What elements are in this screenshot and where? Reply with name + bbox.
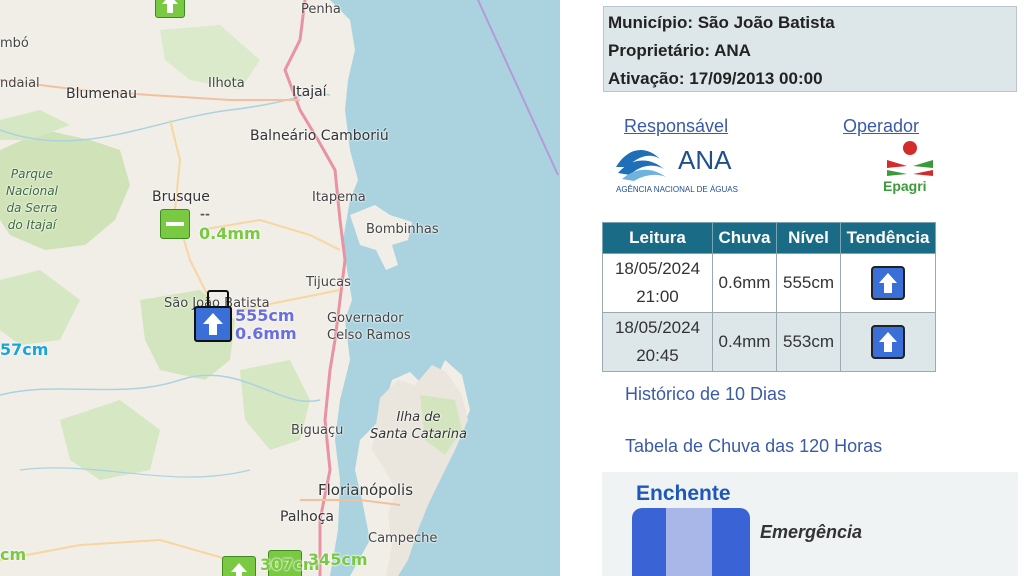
reading-chuva: 0.6mm: [712, 253, 777, 313]
bottom2-level-value: 345cm: [308, 550, 368, 569]
map-label-biguacu: Biguaçu: [291, 423, 344, 438]
map-label-itajai: Itajaí: [292, 84, 327, 100]
map-label-edge1: mbó: [0, 36, 29, 51]
arrow-up-icon: [231, 563, 247, 576]
map-label-campeche: Campeche: [368, 531, 438, 546]
reading-time: 20:45: [636, 346, 679, 365]
bottom-left-value: cm: [0, 545, 27, 564]
reading-nivel: 555cm: [776, 253, 841, 313]
station-info-box: Município: São João Batista Proprietário…: [603, 6, 1017, 92]
map-label-edge2: ndaial: [0, 76, 40, 91]
responsavel-link[interactable]: Responsável: [624, 116, 728, 137]
map-label-brusque: Brusque: [152, 189, 210, 205]
epagri-emblem-icon: [887, 141, 933, 176]
station-marker-brusque[interactable]: [160, 209, 190, 239]
proprietario-text: Proprietário: ANA: [608, 41, 751, 60]
reading-trend: [840, 312, 936, 372]
map-label-parque: Parque Nacional da Serra do Itajaí: [6, 167, 58, 232]
station-marker-sao-joao[interactable]: [194, 306, 232, 342]
map-view[interactable]: Penha mbó ndaial Blumenau Ilhota Itajaí …: [0, 0, 560, 576]
reading-chuva: 0.4mm: [712, 312, 777, 372]
trend-up-icon: [871, 266, 905, 300]
left-level-value: 57cm: [0, 340, 49, 359]
map-label-palhoca: Palhoça: [280, 509, 334, 525]
operador-link[interactable]: Operador: [843, 116, 919, 137]
table-row: 18/05/2024 20:45 0.4mm 553cm: [602, 312, 936, 372]
col-nivel: Nível: [776, 222, 841, 254]
brusque-dash: --: [200, 207, 210, 221]
readings-table: Leitura Chuva Nível Tendência 18/05/2024…: [602, 222, 936, 372]
flood-gauge: [632, 508, 750, 576]
map-label-balneario: Balneário Camboriú: [250, 128, 389, 144]
map-label-governador: Governador Celso Ramos: [327, 311, 411, 343]
flood-status-box: Enchente Emergência: [602, 472, 1018, 576]
map-label-tijucas: Tijucas: [306, 275, 351, 290]
epagri-logo-text: Epagri: [883, 178, 927, 194]
reading-datetime: 18/05/2024 20:45: [602, 312, 713, 372]
flood-gauge-center: [666, 508, 712, 576]
ana-logo-text: ANA: [678, 145, 732, 175]
arrow-up-icon: [203, 313, 223, 335]
sao-joao-rain-value: 0.6mm: [235, 324, 297, 343]
col-tendencia: Tendência: [840, 222, 936, 254]
epagri-logo[interactable]: Epagri: [883, 140, 937, 196]
col-leitura: Leitura: [602, 222, 713, 254]
reading-trend: [840, 253, 936, 313]
reading-date: 18/05/2024: [614, 318, 701, 337]
station-info-panel: Município: São João Batista Proprietário…: [596, 0, 1024, 576]
table-row: 18/05/2024 21:00 0.6mm 555cm: [602, 253, 936, 313]
reading-nivel: 553cm: [776, 312, 841, 372]
history-10-days-link[interactable]: Histórico de 10 Dias: [625, 384, 786, 405]
station-marker-tag: [207, 290, 229, 306]
reading-datetime: 18/05/2024 21:00: [602, 253, 713, 313]
municipio-text: Município: São João Batista: [608, 13, 835, 32]
minus-icon: [166, 222, 184, 226]
ana-logo-subtitle: AGÊNCIA NACIONAL DE ÁGUAS: [616, 185, 738, 194]
station-marker-top[interactable]: [155, 0, 185, 18]
flood-title: Enchente: [636, 482, 731, 505]
map-label-itapema: Itapema: [312, 190, 366, 205]
ana-logo[interactable]: ANA AGÊNCIA NACIONAL DE ÁGUAS: [616, 141, 746, 197]
map-label-blumenau: Blumenau: [66, 86, 137, 102]
map-label-ilhota: Ilhota: [208, 76, 245, 91]
map-label-penha: Penha: [301, 2, 341, 17]
trend-up-icon: [871, 325, 905, 359]
rain-table-120h-link[interactable]: Tabela de Chuva das 120 Horas: [625, 436, 882, 457]
map-label-florianopolis: Florianópolis: [318, 481, 414, 499]
map-label-ilha: Ilha de Santa Catarina: [370, 410, 467, 442]
col-chuva: Chuva: [712, 222, 777, 254]
brusque-rain-value: 0.4mm: [199, 224, 261, 243]
flood-level-label: Emergência: [760, 522, 863, 542]
map-label-bombinhas: Bombinhas: [366, 222, 439, 237]
station-marker-bottom1[interactable]: [222, 556, 256, 576]
reading-date: 18/05/2024: [614, 259, 701, 278]
sao-joao-level-value: 555cm: [235, 306, 295, 325]
reading-time: 21:00: [636, 287, 679, 306]
arrow-up-icon: [162, 0, 178, 13]
ativacao-text: Ativação: 17/09/2013 00:00: [608, 69, 823, 88]
